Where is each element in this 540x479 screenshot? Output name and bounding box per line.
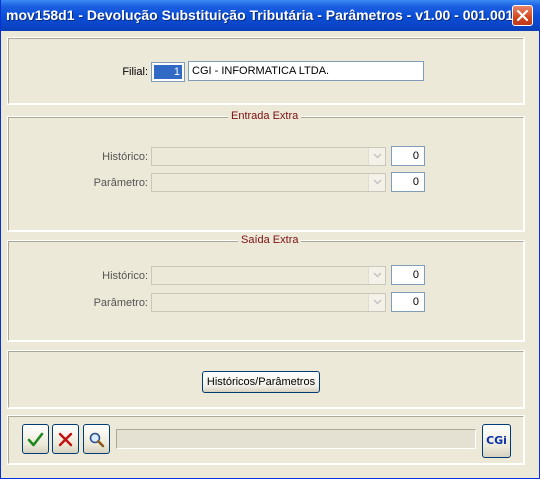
saida-historico-select[interactable]	[151, 266, 386, 285]
saida-parametro-dropdown-button[interactable]	[368, 294, 385, 311]
entrada-historico-select[interactable]	[151, 147, 386, 166]
filial-label: Filial:	[122, 66, 148, 78]
saida-historico-dropdown-button[interactable]	[368, 267, 385, 284]
saida-parametro-code[interactable]: 0	[391, 292, 425, 312]
entrada-parametro-label: Parâmetro:	[93, 177, 148, 189]
entrada-historico-code[interactable]: 0	[391, 146, 425, 166]
magnifier-icon	[89, 432, 105, 448]
window-title: mov158d1 - Devolução Substituição Tribut…	[6, 7, 529, 23]
chevron-down-icon	[373, 272, 382, 278]
saida-extra-title: Saída Extra	[238, 234, 302, 246]
close-icon	[516, 9, 529, 22]
status-field	[116, 429, 476, 449]
saida-historico-code[interactable]: 0	[391, 265, 425, 285]
close-button[interactable]	[512, 5, 533, 26]
entrada-extra-title: Entrada Extra	[228, 110, 302, 122]
chevron-down-icon	[373, 299, 382, 305]
entrada-parametro-select[interactable]	[151, 173, 386, 192]
entrada-parametro-dropdown-button[interactable]	[368, 174, 385, 191]
check-icon	[27, 432, 44, 447]
chevron-down-icon	[373, 153, 382, 159]
saida-historico-label: Histórico:	[102, 270, 148, 282]
dialog-window: mov158d1 - Devolução Substituição Tribut…	[0, 0, 540, 479]
cgi-logo-button[interactable]: CGi	[482, 424, 511, 458]
x-icon	[58, 432, 73, 447]
title-bar[interactable]: mov158d1 - Devolução Substituição Tribut…	[1, 0, 540, 31]
filial-code-field[interactable]: 1	[151, 62, 185, 82]
entrada-historico-label: Histórico:	[102, 151, 148, 163]
filial-code-value: 1	[154, 65, 182, 79]
search-button[interactable]	[83, 424, 110, 454]
saida-parametro-select[interactable]	[151, 293, 386, 312]
confirm-button[interactable]	[22, 424, 49, 454]
cancel-button[interactable]	[52, 424, 79, 454]
chevron-down-icon	[373, 179, 382, 185]
filial-name-field[interactable]: CGI - INFORMATICA LTDA.	[188, 61, 424, 81]
entrada-parametro-code[interactable]: 0	[391, 172, 425, 192]
saida-extra-panel: Saída Extra	[7, 234, 525, 342]
entrada-historico-dropdown-button[interactable]	[368, 148, 385, 165]
saida-parametro-label: Parâmetro:	[93, 297, 148, 309]
historicos-parametros-button[interactable]: Históricos/Parâmetros	[202, 371, 320, 393]
